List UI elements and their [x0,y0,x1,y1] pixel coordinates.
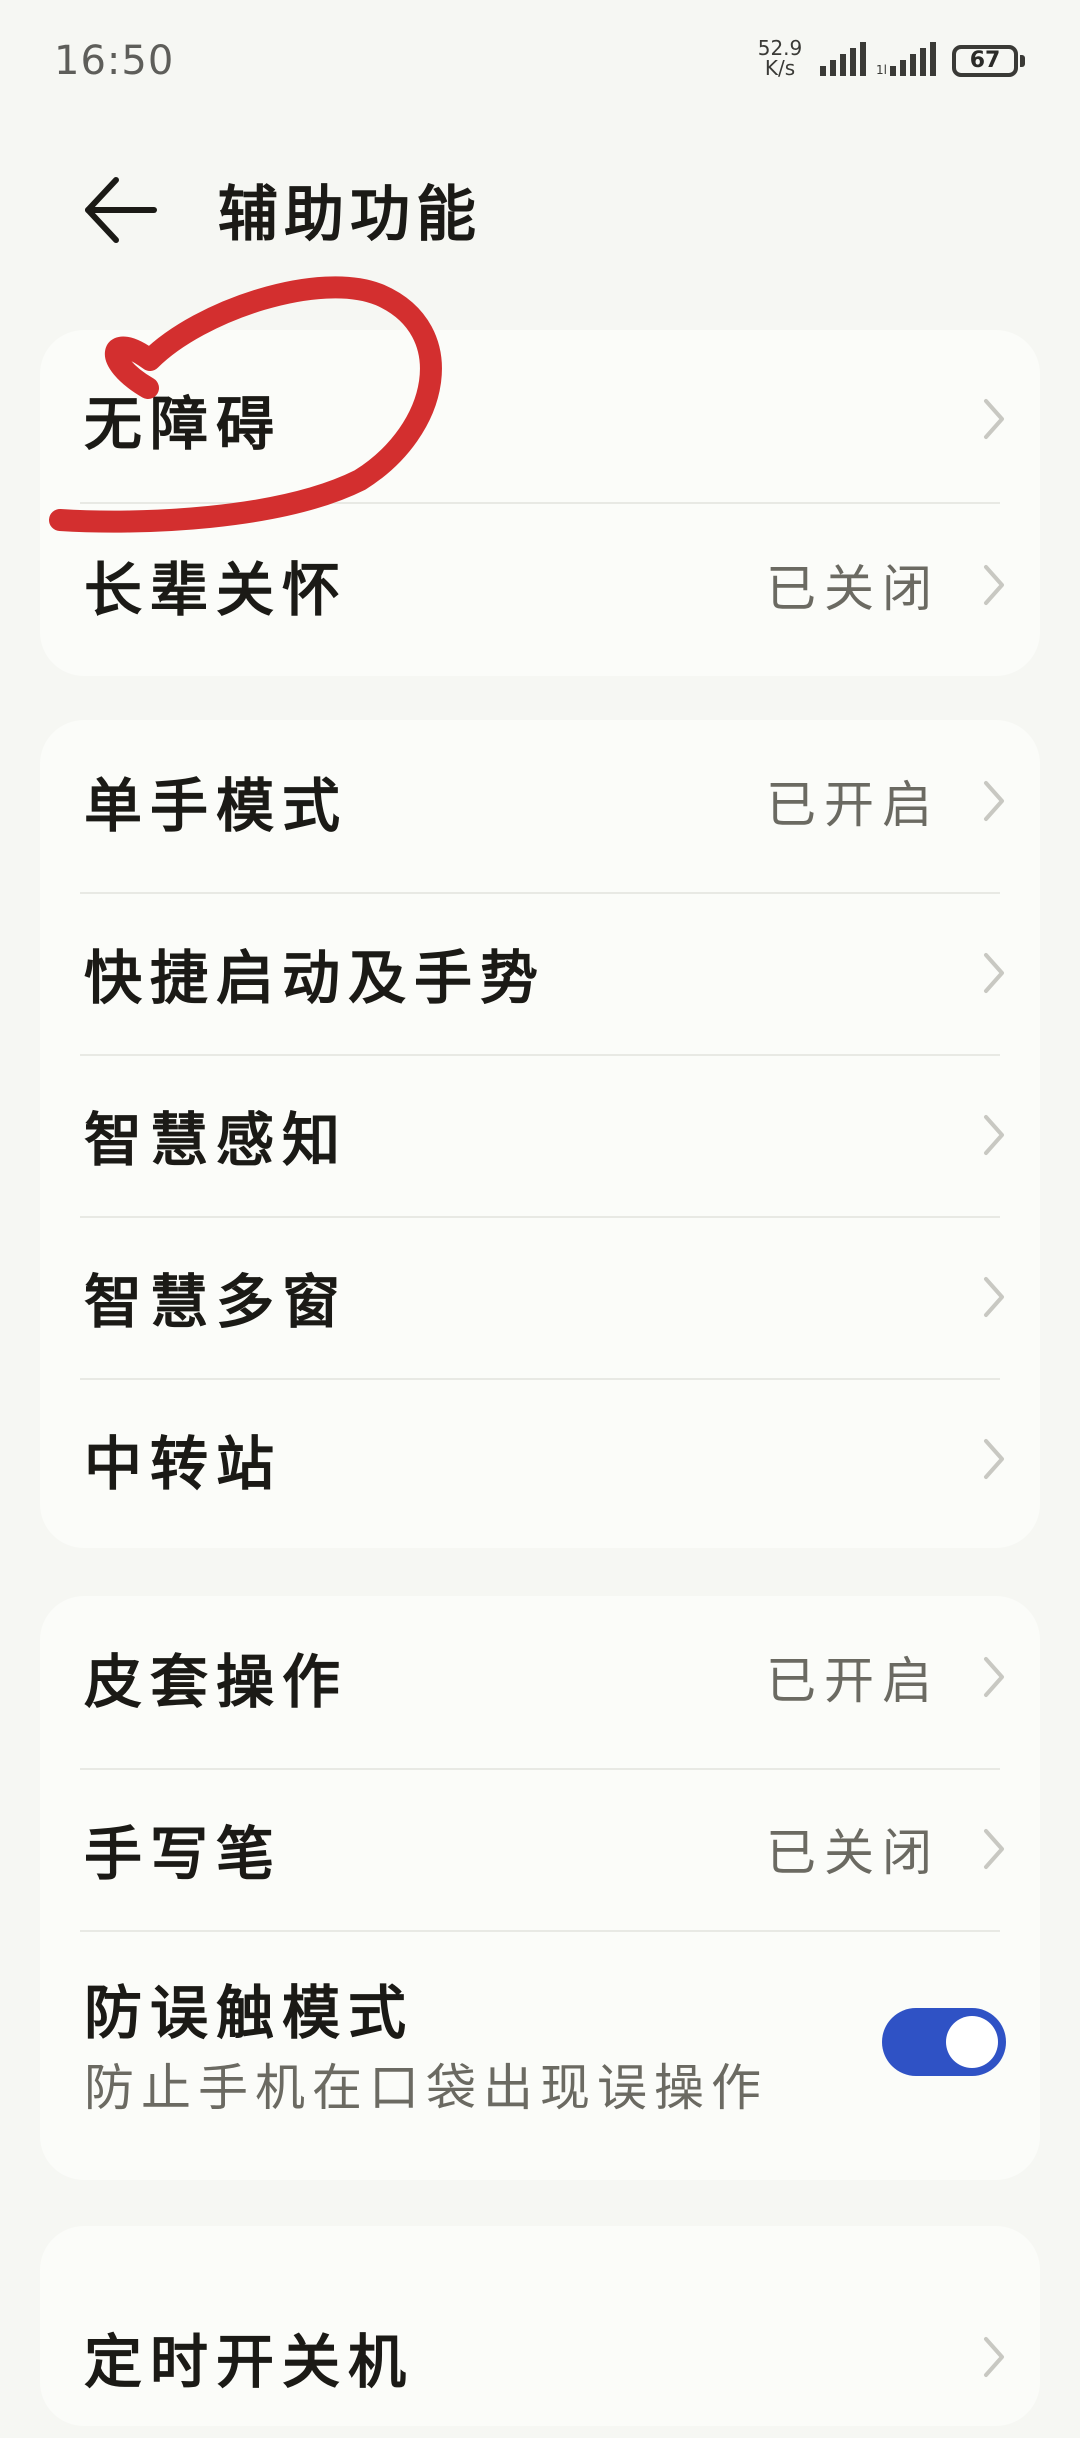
settings-item-label: 智慧感知 [84,1106,349,1174]
arrow-left-icon[interactable] [80,170,160,250]
settings-item-label: 防误触模式 [84,1979,415,2047]
chevron-right-icon [984,565,1004,605]
settings-item-accidental-touch[interactable]: 防误触模式 防止手机在口袋出现误操作 [40,1930,1040,2158]
page-header: 辅助功能 [0,150,1080,260]
settings-item-label: 单手模式 [84,772,349,840]
settings-item-label: 智慧多窗 [84,1268,349,1336]
chevron-right-icon [984,1439,1004,1479]
settings-item-label: 定时开关机 [84,2328,415,2396]
settings-item-scheduled-power[interactable]: 定时开关机 [40,2276,1040,2438]
status-time: 16:50 [54,38,175,84]
settings-item-label: 手写笔 [84,1820,283,1888]
settings-item-label: 长辈关怀 [84,556,349,624]
page-title: 辅助功能 [218,180,482,250]
settings-item-elder-care[interactable]: 长辈关怀 已关闭 [40,504,1040,666]
settings-item-transfer-station[interactable]: 中转站 [40,1378,1040,1540]
settings-item-label: 皮套操作 [84,1648,349,1716]
battery-tip [1020,55,1025,67]
toggle-knob [946,2016,998,2068]
network-speed-value: 52.9 [757,36,803,60]
status-bar: 16:50 52.9 K/s 1l 67 [0,0,1080,120]
settings-item-one-handed-mode[interactable]: 单手模式 已开启 [40,720,1040,882]
settings-item-cover-operation[interactable]: 皮套操作 已开启 [40,1596,1040,1758]
settings-group-1: 无障碍 长辈关怀 已关闭 [40,330,1040,676]
battery-icon: 67 [952,45,1018,77]
settings-item-label: 无障碍 [84,390,283,458]
settings-item-smart-multi-window[interactable]: 智慧多窗 [40,1216,1040,1378]
svg-text:1l: 1l [876,63,887,77]
settings-item-description: 防止手机在口袋出现误操作 [84,2059,768,2117]
chevron-right-icon [984,1829,1004,1869]
chevron-right-icon [984,2337,1004,2377]
settings-item-label: 中转站 [84,1430,283,1498]
settings-item-value: 已关闭 [766,1824,940,1882]
settings-item-smart-perception[interactable]: 智慧感知 [40,1054,1040,1216]
settings-item-label: 快捷启动及手势 [84,944,547,1012]
chevron-right-icon [984,1115,1004,1155]
network-speed-unit: K/s [764,56,796,80]
settings-item-value: 已关闭 [766,560,940,618]
chevron-right-icon [984,781,1004,821]
accidental-touch-toggle[interactable] [882,2008,1006,2076]
network-speed: 52.9 K/s [750,38,810,78]
battery-level: 67 [969,48,1001,73]
settings-group-2: 单手模式 已开启 快捷启动及手势 智慧感知 智慧多窗 中转站 [40,720,1040,1548]
chevron-right-icon [984,953,1004,993]
settings-item-value: 已开启 [766,1652,940,1710]
chevron-right-icon [984,399,1004,439]
settings-item-value: 已开启 [766,776,940,834]
settings-item-stylus[interactable]: 手写笔 已关闭 [40,1768,1040,1930]
chevron-right-icon [984,1657,1004,1697]
chevron-right-icon [984,1277,1004,1317]
signal-icon [820,42,866,76]
settings-group-3: 皮套操作 已开启 手写笔 已关闭 防误触模式 防止手机在口袋出现误操作 [40,1596,1040,2180]
cell-signal-icon: 1l [876,42,936,77]
settings-group-4: 定时开关机 [40,2226,1040,2426]
settings-item-shortcuts-gestures[interactable]: 快捷启动及手势 [40,892,1040,1054]
settings-item-accessibility[interactable]: 无障碍 [40,338,1040,500]
